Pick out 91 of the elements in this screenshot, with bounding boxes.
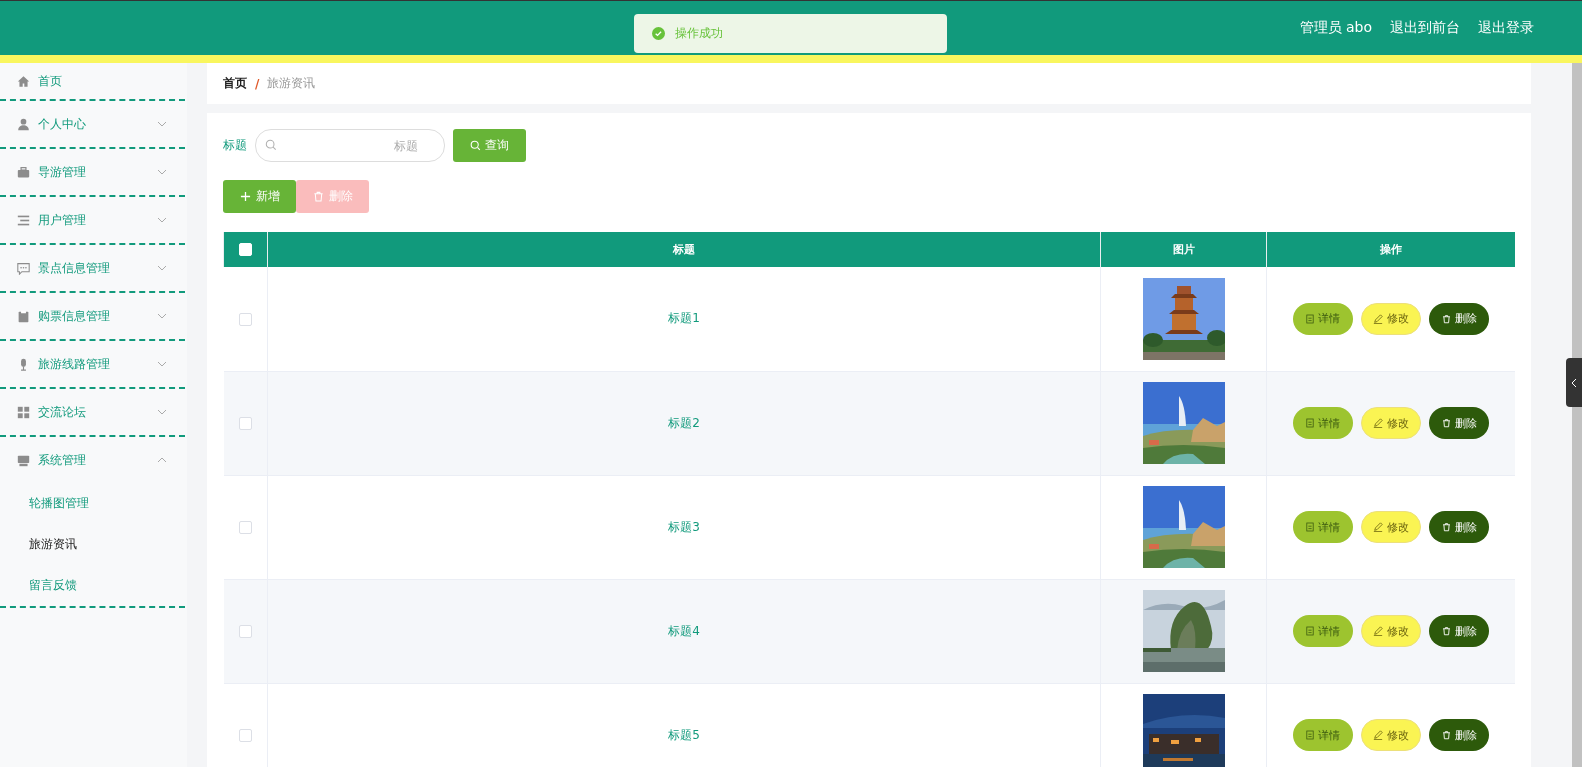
search-field[interactable]: 标题 (255, 129, 445, 162)
submenu-item[interactable]: 轮播图管理 (0, 483, 187, 524)
sidebar-item[interactable]: 导游管理 (0, 149, 187, 195)
detail-button[interactable]: 详情 (1293, 407, 1353, 439)
title-cell: 标题5 (668, 727, 700, 742)
delete-button[interactable]: 删除 (1429, 407, 1489, 439)
pencil-icon (1373, 418, 1383, 428)
admin-name: 管理员 abo (1299, 19, 1372, 37)
add-button[interactable]: 新增 (223, 180, 296, 213)
scrollbar[interactable] (1572, 63, 1582, 767)
title-cell: 标题1 (668, 311, 700, 326)
trash-icon (1441, 730, 1451, 740)
edit-button[interactable]: 修改 (1361, 615, 1421, 647)
chevron-down-icon (157, 361, 167, 367)
row-checkbox[interactable] (238, 312, 252, 326)
breadcrumb-item: 旅游资讯 (267, 75, 316, 92)
grid-icon (17, 405, 30, 419)
trash-icon (312, 191, 324, 202)
chevron-down-icon (157, 217, 167, 223)
list-icon (17, 213, 30, 227)
pencil-icon (1373, 522, 1383, 532)
delete-button[interactable]: 删除 (1429, 719, 1489, 751)
delete-button[interactable]: 删除 (1429, 511, 1489, 543)
breadcrumb-item[interactable]: 首页 (223, 75, 247, 92)
column-header: 操作 (1266, 232, 1515, 267)
header-link[interactable]: 退出到前台 (1390, 19, 1460, 37)
title-cell: 标题2 (668, 415, 700, 430)
edit-button[interactable]: 修改 (1361, 302, 1421, 335)
sidebar-item[interactable]: 购票信息管理 (0, 293, 187, 339)
title-cell: 标题3 (668, 519, 700, 534)
trash-icon (1441, 418, 1451, 428)
header-link[interactable]: 退出登录 (1478, 19, 1534, 37)
chevron-left-icon (1571, 377, 1577, 388)
side-panel-handle[interactable] (1566, 358, 1582, 407)
sidebar-item[interactable]: 个人中心 (0, 101, 187, 147)
detail-button[interactable]: 详情 (1293, 615, 1353, 647)
row-checkbox[interactable] (238, 417, 252, 430)
title-cell: 标题4 (668, 623, 700, 638)
sidebar-item[interactable]: 交流论坛 (0, 389, 187, 435)
chat-icon (17, 261, 30, 275)
chevron-down-icon (157, 121, 167, 127)
trash-icon (1441, 522, 1451, 532)
row-checkbox[interactable] (238, 625, 252, 638)
chevron-up-icon (157, 457, 167, 463)
home-icon (17, 74, 30, 88)
sidebar-item[interactable]: 旅游线路管理 (0, 341, 187, 387)
detail-button[interactable]: 详情 (1293, 511, 1353, 543)
column-header: 图片 (1100, 232, 1267, 267)
chevron-down-icon (157, 265, 167, 271)
edit-button[interactable]: 修改 (1361, 407, 1421, 439)
document-icon (1306, 626, 1314, 636)
chevron-down-icon (157, 409, 167, 415)
search-icon (265, 139, 277, 151)
sidebar-item[interactable]: 首页 (0, 63, 187, 99)
sidebar-item[interactable]: 用户管理 (0, 197, 187, 243)
select-all-checkbox[interactable] (239, 243, 252, 257)
pencil-icon (1373, 730, 1383, 740)
sidebar-item[interactable]: 景点信息管理 (0, 245, 187, 291)
detail-button[interactable]: 详情 (1293, 719, 1353, 751)
row-checkbox[interactable] (238, 729, 252, 742)
toast-message: 操作成功 (675, 25, 723, 42)
chevron-down-icon (157, 313, 167, 319)
trash-icon (1441, 313, 1451, 324)
submenu-item[interactable]: 旅游资讯 (0, 524, 187, 565)
plus-icon (239, 191, 251, 202)
check-icon (652, 27, 665, 40)
document-icon (1306, 313, 1314, 324)
document-icon (1306, 418, 1314, 428)
row-checkbox[interactable] (238, 521, 252, 534)
query-button[interactable]: 查询 (453, 129, 526, 162)
column-header: 标题 (267, 232, 1101, 267)
edit-button[interactable]: 修改 (1361, 511, 1421, 543)
clipboard-icon (17, 309, 30, 323)
submenu-item[interactable]: 留言反馈 (0, 565, 187, 606)
pencil-icon (1373, 626, 1383, 636)
monitor-icon (17, 453, 30, 467)
search-label: 标题 (223, 137, 247, 154)
delete-button[interactable]: 删除 (1429, 302, 1489, 335)
pencil-icon (1373, 313, 1383, 324)
trash-icon (1441, 626, 1451, 636)
chevron-down-icon (157, 169, 167, 175)
search-icon (470, 140, 481, 151)
detail-button[interactable]: 详情 (1293, 302, 1353, 335)
user-icon (17, 117, 30, 131)
breadcrumb-separator: / (255, 76, 260, 91)
briefcase-icon (17, 165, 30, 179)
document-icon (1306, 522, 1314, 532)
edit-button[interactable]: 修改 (1361, 719, 1421, 751)
document-icon (1306, 730, 1314, 740)
delete-button[interactable]: 删除 (1429, 615, 1489, 647)
sidebar-item[interactable]: 系统管理 (0, 437, 187, 483)
